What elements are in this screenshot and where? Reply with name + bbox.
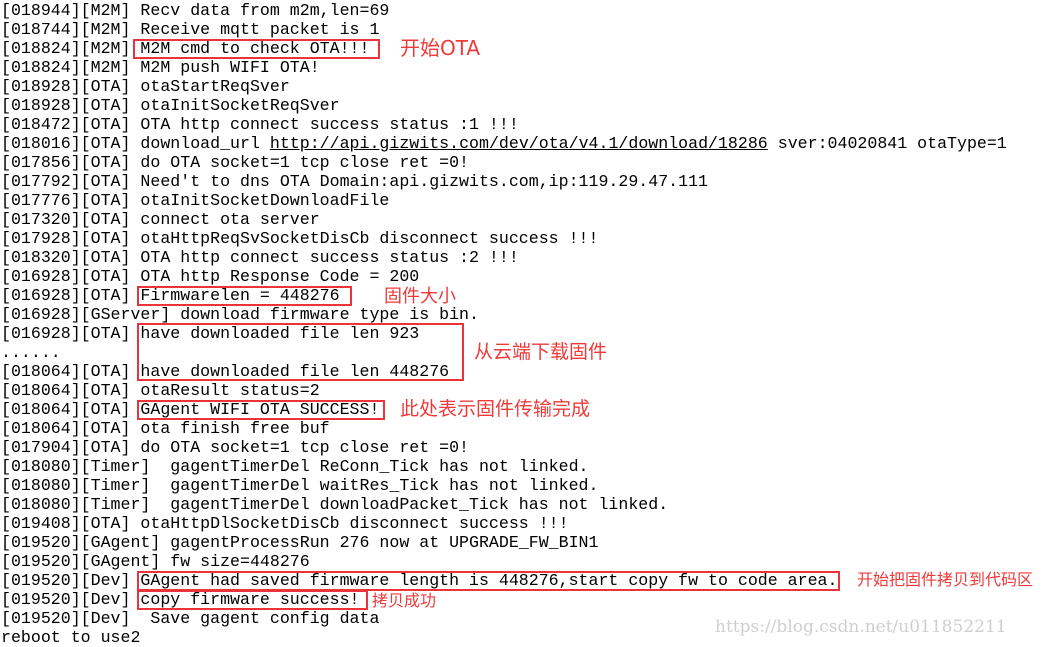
log-line: [017856][OTA] do OTA socket=1 tcp close … <box>1 153 470 172</box>
log-line: [017776][OTA] otaInitSocketDownloadFile <box>1 191 390 210</box>
annotation-firmware-size: 固件大小 <box>384 286 456 307</box>
log-line: [018928][OTA] otaStartReqSver <box>1 77 290 96</box>
highlight-box-copy-success <box>137 590 368 610</box>
log-line: [018080][Timer] gagentTimerDel ReConn_Ti… <box>1 457 589 476</box>
log-line: [017792][OTA] Need't to dns OTA Domain:a… <box>1 172 709 191</box>
log-line: [018824][M2M] M2M push WIFI OTA! <box>1 58 320 77</box>
log-line: [017928][OTA] otaHttpReqSvSocketDisCb di… <box>1 229 599 248</box>
annotation-copy-to-code-area: 开始把固件拷贝到代码区 <box>857 570 1034 589</box>
log-line: [019520][GAgent] fw size=448276 <box>1 552 310 571</box>
log-line: [019408][OTA] otaHttpDlSocketDisCb disco… <box>1 514 569 533</box>
log-line: [019520][Dev] Save gagent config data <box>1 609 380 628</box>
highlight-box-ota-success <box>137 400 385 420</box>
log-line: [018928][OTA] otaInitSocketReqSver <box>1 96 340 115</box>
log-text: sver:04020841 otaType=1 <box>767 134 1007 153</box>
log-line: [017320][OTA] connect ota server <box>1 210 320 229</box>
log-line: [018944][M2M] Recv data from m2m,len=69 <box>1 1 390 20</box>
log-text: [018016][OTA] download_url <box>1 134 270 153</box>
log-line: [018744][M2M] Receive mqtt packet is 1 <box>1 20 380 39</box>
log-line: [018064][OTA] ota finish free buf <box>1 419 330 438</box>
annotation-start-ota: 开始OTA <box>400 36 481 60</box>
annotation-download-from-cloud: 从云端下载固件 <box>474 341 608 363</box>
log-line: [019520][GAgent] gagentProcessRun 276 no… <box>1 533 599 552</box>
log-line: ...... <box>1 343 61 362</box>
log-line: [018320][OTA] OTA http connect success s… <box>1 248 519 267</box>
highlight-box-download <box>137 323 464 381</box>
highlight-box-saved-firmware <box>137 571 840 591</box>
log-line: [018080][Timer] gagentTimerDel waitRes_T… <box>1 476 599 495</box>
log-line: [018472][OTA] OTA http connect success s… <box>1 115 519 134</box>
highlight-box-firmwarelen <box>137 286 352 306</box>
log-line: [018080][Timer] gagentTimerDel downloadP… <box>1 495 669 514</box>
highlight-box-check-ota <box>133 39 380 59</box>
log-line: [016928][OTA] OTA http Response Code = 2… <box>1 267 420 286</box>
log-line: [017904][OTA] do OTA socket=1 tcp close … <box>1 438 470 457</box>
log-line: [018016][OTA] download_url http://api.gi… <box>1 134 1007 153</box>
watermark: https://blog.csdn.net/u011852211 <box>715 617 1007 637</box>
log-line: [018064][OTA] otaResult status=2 <box>1 381 320 400</box>
download-url-link[interactable]: http://api.gizwits.com/dev/ota/v4.1/down… <box>270 134 768 153</box>
annotation-copy-success: 拷贝成功 <box>372 591 437 610</box>
log-line: reboot to use2 <box>1 628 141 647</box>
log-line: [016928][GServer] download firmware type… <box>1 305 479 324</box>
annotation-transfer-complete: 此处表示固件传输完成 <box>400 398 591 420</box>
